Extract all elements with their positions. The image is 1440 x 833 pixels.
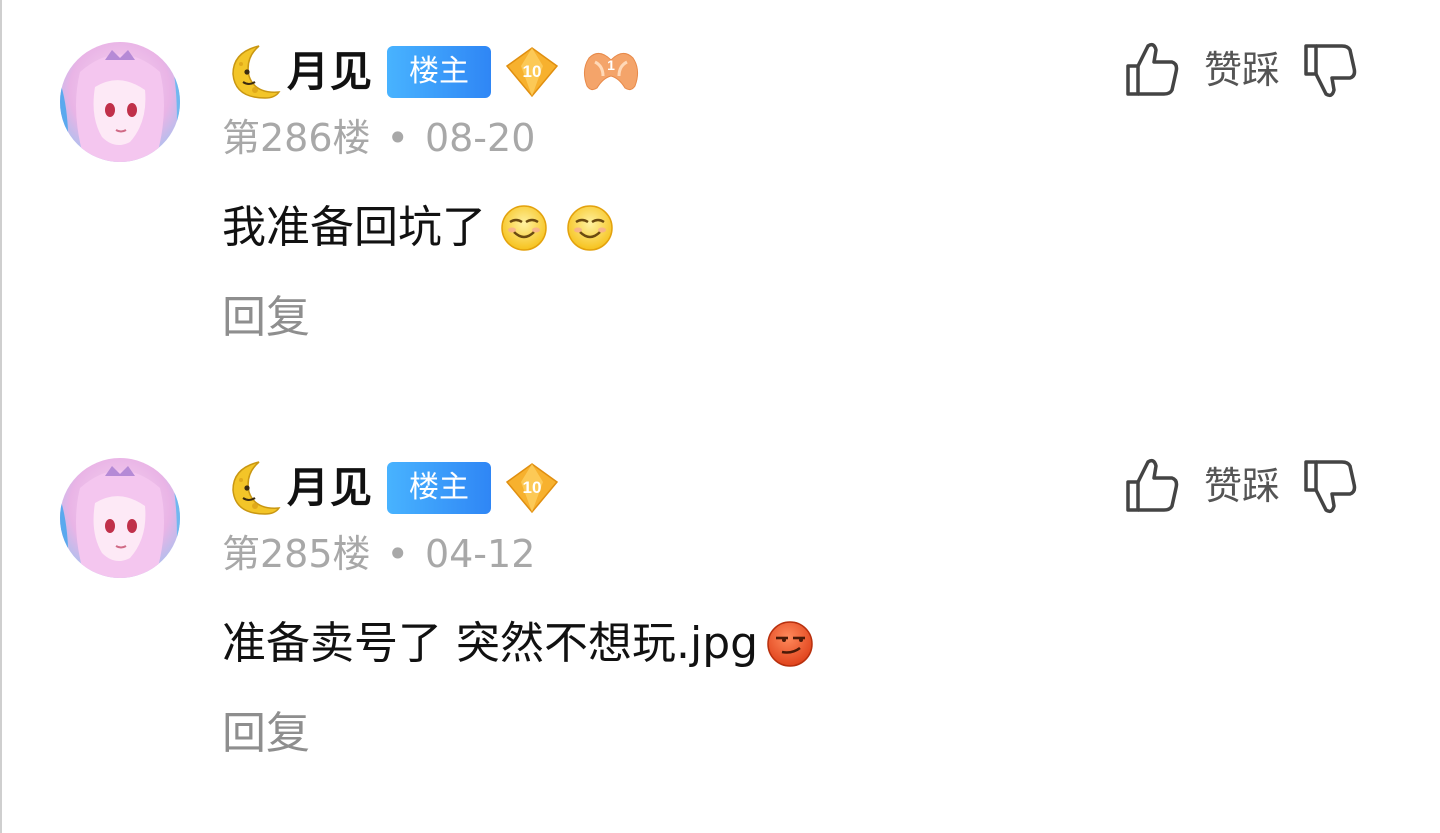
moon-icon — [232, 461, 281, 515]
comment-text: 我准备回坑了 — [222, 202, 486, 253]
vote-actions: 赞踩 — [1120, 38, 1362, 102]
grin-emoji-icon — [501, 205, 547, 251]
thumbs-up-icon[interactable] — [1120, 38, 1184, 102]
floor-number: 第285楼 — [222, 532, 371, 576]
thumbs-down-icon[interactable] — [1298, 454, 1362, 518]
reply-button[interactable]: 回复 — [222, 704, 310, 764]
floor-meta: 第285楼 • 04-12 — [222, 528, 535, 580]
op-badge: 楼主 — [387, 462, 492, 514]
smirk-emoji-icon — [767, 621, 813, 667]
post-date: 04-12 — [424, 532, 536, 576]
user-info-row: 月见 楼主 10 — [225, 456, 581, 520]
moon-icon — [232, 45, 281, 99]
level-number: 10 — [523, 62, 542, 81]
avatar[interactable] — [60, 42, 180, 162]
grin-emoji-icon — [567, 205, 613, 251]
vote-actions: 赞踩 — [1120, 454, 1362, 518]
comment-item: 月见 楼主 10 1 第286楼 • 08-20 我准备回坑了 回复 赞踩 — [0, 0, 1440, 400]
post-date: 08-20 — [424, 116, 536, 160]
floor-number: 第286楼 — [222, 116, 371, 160]
level-number: 10 — [523, 478, 542, 497]
bonus-badge-icon: 1 — [581, 46, 641, 98]
avatar[interactable] — [60, 458, 180, 578]
username[interactable]: 月见 — [287, 44, 373, 100]
level-badge-icon: 10 — [503, 462, 561, 514]
meta-separator: • — [386, 116, 409, 160]
floor-meta: 第286楼 • 08-20 — [222, 112, 535, 164]
thumbs-up-icon[interactable] — [1120, 454, 1184, 518]
like-dislike-label: 赞踩 — [1204, 48, 1281, 92]
user-info-row: 月见 楼主 10 1 — [225, 40, 641, 104]
op-badge: 楼主 — [387, 46, 492, 98]
comment-item: 月见 楼主 10 第285楼 • 04-12 准备卖号了 突然不想玩.jpg 回… — [0, 416, 1440, 816]
meta-separator: • — [386, 532, 409, 576]
like-dislike-label: 赞踩 — [1204, 464, 1281, 508]
thumbs-down-icon[interactable] — [1298, 38, 1362, 102]
username[interactable]: 月见 — [287, 460, 373, 516]
comment-text: 准备卖号了 突然不想玩.jpg — [222, 618, 759, 669]
bonus-number: 1 — [607, 57, 615, 73]
reply-button[interactable]: 回复 — [222, 288, 310, 348]
comment-content: 准备卖号了 突然不想玩.jpg — [222, 614, 814, 674]
level-badge-icon: 10 — [503, 46, 561, 98]
comment-content: 我准备回坑了 — [222, 198, 614, 258]
